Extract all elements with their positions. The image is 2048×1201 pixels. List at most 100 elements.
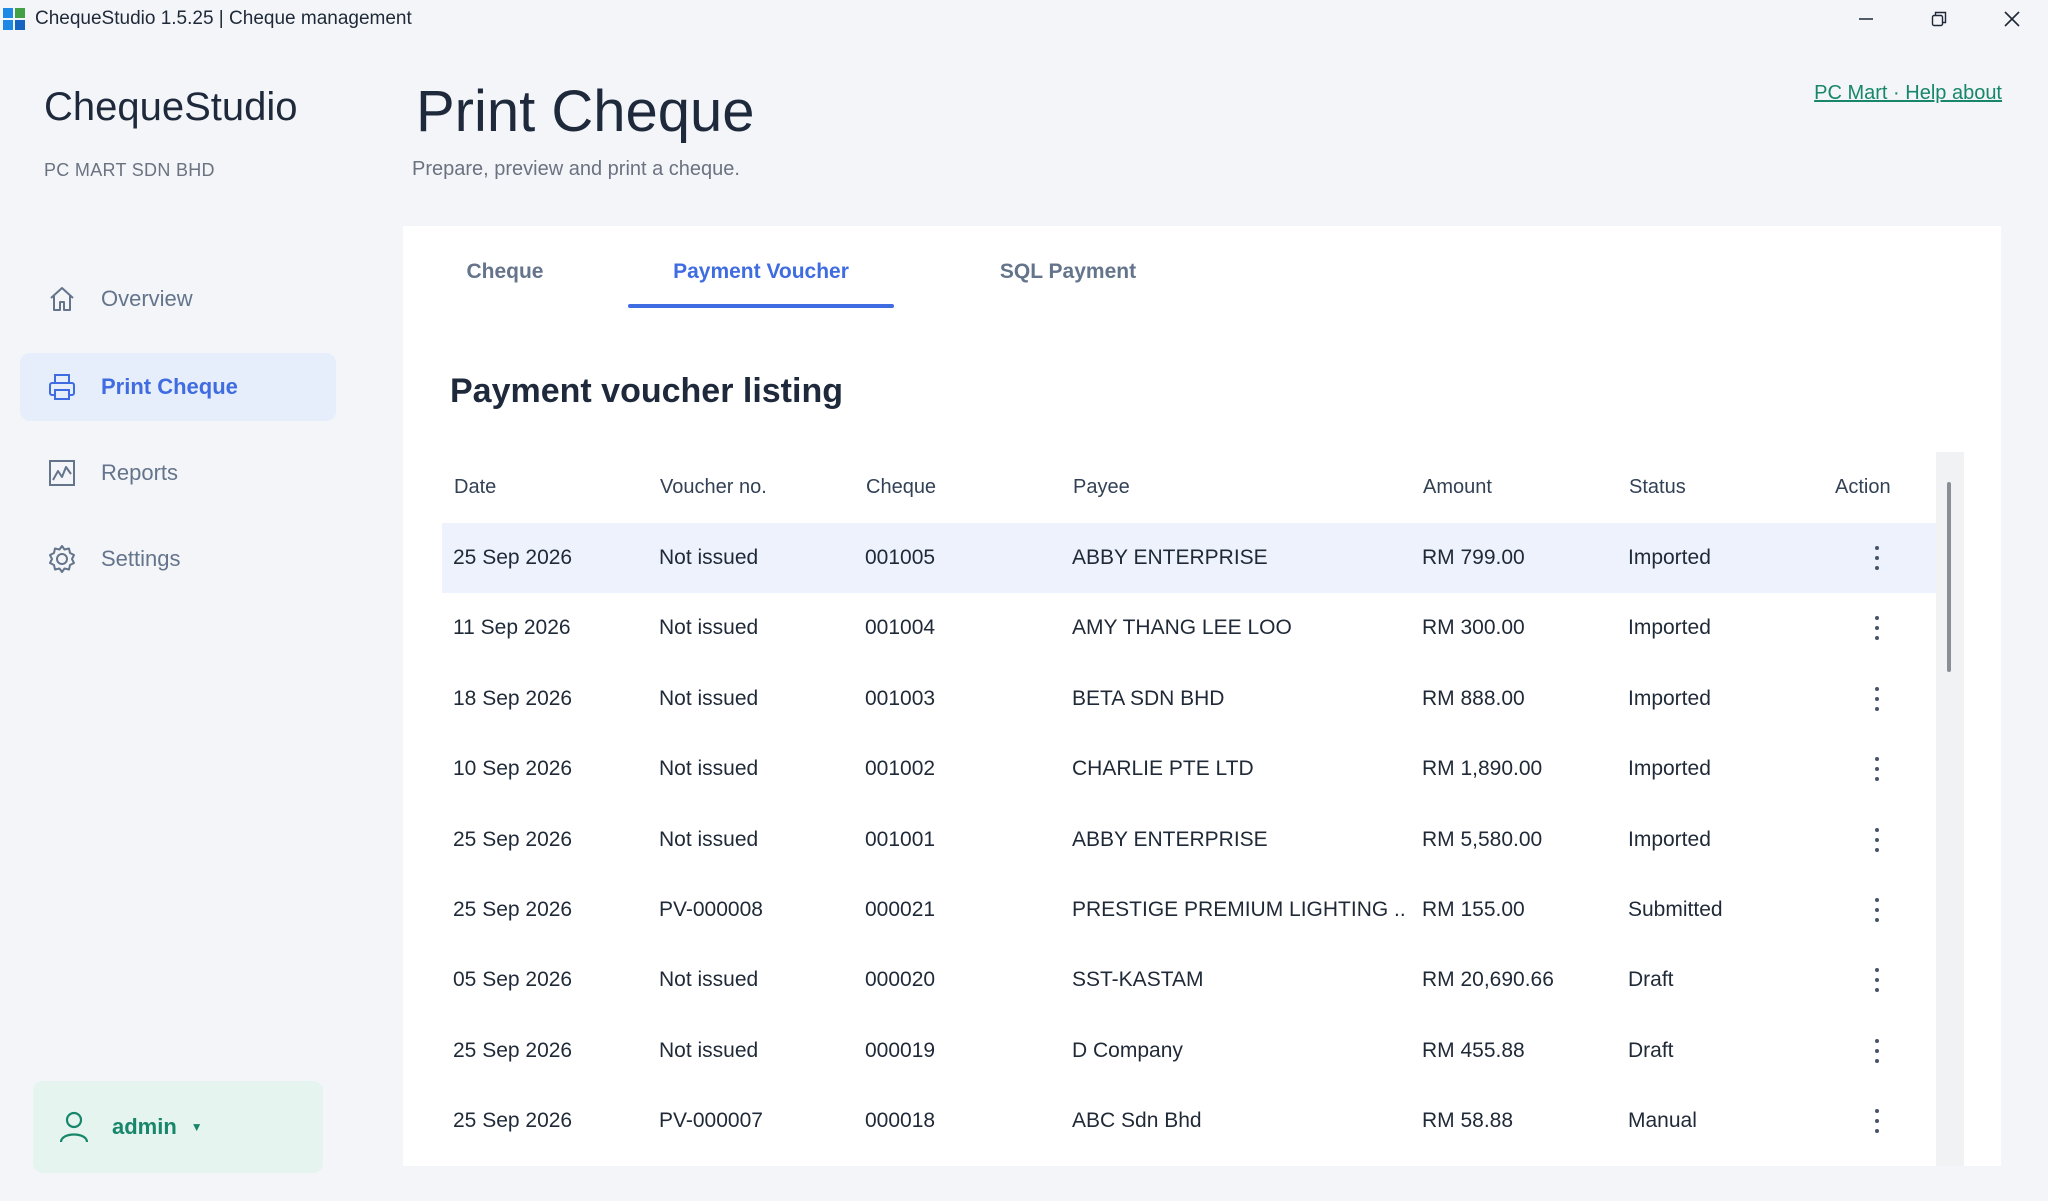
cell-cheque: 000019 (865, 1038, 936, 1062)
table-row[interactable]: 10 Sep 2026 Not issued 001002 CHARLIE PTE L… (442, 734, 1936, 804)
row-action-menu-icon[interactable] (1862, 679, 1892, 719)
cell-cheque: 000018 (865, 1109, 936, 1133)
cell-voucher: Not issued (659, 546, 759, 569)
cell-amount: RM 888.00 (1422, 686, 1525, 710)
cell-amount: RM 300.00 (1422, 616, 1525, 640)
scrollbar-thumb[interactable] (1947, 482, 1951, 672)
sidebar-item-label: Overview (101, 286, 193, 311)
row-action-menu-icon[interactable] (1862, 890, 1892, 930)
table-row[interactable]: 25 Sep 2026 PV-000007 000018 ABC Sdn Bhd RM … (442, 1086, 1936, 1156)
cell-payee: ABBY ENTERPRISE (1072, 827, 1268, 851)
home-icon (45, 282, 79, 316)
table-row[interactable]: 11 Sep 2026 Not issued 001004 AMY THANG LEE… (442, 593, 1936, 663)
tab-sql-payment[interactable]: SQL Payment (973, 226, 1163, 318)
cell-payee: CHARLIE PTE LTD (1072, 757, 1254, 781)
cell-payee: ABBY ENTERPRISE (1072, 546, 1268, 569)
cell-cheque: 001002 (865, 757, 936, 781)
cell-amount: RM 1,890.00 (1422, 757, 1543, 781)
row-action-menu-icon[interactable] (1862, 608, 1892, 648)
cell-voucher: Not issued (659, 1038, 759, 1062)
table-header: Date Voucher no. Cheque Payee Amount Sta… (442, 452, 1936, 522)
content-card: Cheque Payment Voucher SQL Payment Payme… (403, 226, 2001, 1166)
printer-icon (45, 370, 79, 404)
table-row[interactable]: 18 Sep 2026 Not issued 001003 BETA SDN BHD R… (442, 664, 1936, 734)
cell-amount: RM 799.00 (1422, 546, 1525, 569)
cell-date: 05 Sep 2026 (453, 968, 573, 992)
cell-status: Imported (1628, 546, 1711, 569)
cell-payee: D Company (1072, 1038, 1183, 1062)
cell-cheque: 000020 (865, 968, 936, 992)
cell-date: 25 Sep 2026 (453, 827, 573, 851)
table-row[interactable]: 25 Sep 2026 Not issued 001005 ABBY ENTERPRI… (442, 523, 1936, 593)
user-menu[interactable]: admin ▼ (33, 1081, 323, 1173)
column-header-cheque[interactable]: Cheque (866, 476, 936, 499)
cell-amount: RM 455.88 (1422, 1038, 1525, 1062)
table-row[interactable]: 25 Sep 2026 Not issued 000019 D Company RM 4… (442, 1016, 1936, 1086)
sidebar-item-overview[interactable]: Overview (20, 265, 336, 333)
sidebar-item-label: Print Cheque (101, 374, 238, 399)
cell-date: 11 Sep 2026 (453, 616, 571, 640)
cell-status: Imported (1628, 686, 1711, 710)
sidebar-item-reports[interactable]: Reports (20, 439, 336, 507)
sidebar-item-label: Reports (101, 460, 179, 485)
sidebar-item-label: Settings (101, 546, 181, 571)
table-row[interactable]: 25 Sep 2026 PV-000008 000021 PRESTIGE PREMI… (442, 875, 1936, 945)
row-action-menu-icon[interactable] (1862, 749, 1892, 789)
cell-cheque: 001005 (865, 546, 936, 569)
cell-payee: BETA SDN BHD (1072, 686, 1225, 710)
cell-date: 25 Sep 2026 (453, 1038, 573, 1062)
cell-payee: PRESTIGE PREMIUM LIGHTING ... (1072, 898, 1407, 921)
cell-date: 25 Sep 2026 (453, 1109, 573, 1133)
restore-icon (1931, 11, 1946, 26)
cell-amount: RM 5,580.00 (1422, 827, 1543, 851)
cell-payee: ABC Sdn Bhd (1072, 1109, 1202, 1133)
chart-icon (45, 456, 79, 490)
row-action-menu-icon[interactable] (1862, 1101, 1892, 1141)
cell-amount: RM 58.88 (1422, 1109, 1514, 1133)
minimize-icon (1858, 17, 1873, 20)
cell-cheque: 000021 (865, 898, 936, 921)
row-action-menu-icon[interactable] (1862, 960, 1892, 1000)
company-name: PC MART SDN BHD (44, 160, 215, 180)
row-action-menu-icon[interactable] (1862, 538, 1892, 578)
cell-voucher: Not issued (659, 686, 759, 710)
help-link[interactable]: PC Mart · Help about (1814, 82, 2002, 105)
column-header-date[interactable]: Date (454, 476, 496, 499)
column-header-status[interactable]: Status (1629, 476, 1686, 499)
cell-status: Draft (1628, 1038, 1674, 1062)
cell-voucher: Not issued (659, 968, 759, 992)
column-header-payee[interactable]: Payee (1073, 476, 1130, 499)
sidebar-item-print-cheque[interactable]: Print Cheque (20, 353, 336, 421)
sidebar: ChequeStudio PC MART SDN BHD Overview Pr… (0, 37, 355, 1201)
column-header-action: Action (1835, 475, 1891, 498)
column-header-amount[interactable]: Amount (1423, 476, 1492, 499)
table-row[interactable]: 05 Sep 2026 Not issued 000020 SST-KASTAM RM … (442, 945, 1936, 1015)
minimize-button[interactable] (1829, 0, 1902, 37)
row-action-menu-icon[interactable] (1862, 820, 1892, 860)
caret-down-icon: ▼ (190, 1120, 203, 1134)
tab-payment-voucher[interactable]: Payment Voucher (628, 226, 894, 318)
restore-button[interactable] (1902, 0, 1975, 37)
cell-payee: AMY THANG LEE LOO (1072, 616, 1292, 640)
table-scrollbar[interactable] (1936, 452, 1964, 1166)
user-name: admin (112, 1114, 177, 1139)
cell-status: Imported (1628, 616, 1711, 640)
title-bar: ChequeStudio 1.5.25 | Cheque management (0, 0, 2048, 37)
cell-voucher: Not issued (659, 757, 759, 781)
cell-amount: RM 20,690.66 (1422, 968, 1554, 992)
row-action-menu-icon[interactable] (1862, 1031, 1892, 1071)
table-row[interactable]: 25 Sep 2026 Not issued 001001 ABBY ENTERPRI… (442, 805, 1936, 875)
section-title: Payment voucher listing (450, 372, 843, 410)
cell-date: 10 Sep 2026 (453, 757, 573, 781)
close-button[interactable] (1975, 0, 2048, 37)
tab-cheque[interactable]: Cheque (445, 226, 565, 318)
page-subtitle: Prepare, preview and print a cheque. (412, 158, 740, 180)
column-header-voucher[interactable]: Voucher no. (660, 476, 767, 499)
sidebar-item-settings[interactable]: Settings (20, 525, 336, 593)
cell-payee: SST-KASTAM (1072, 968, 1204, 992)
cell-status: Draft (1628, 968, 1674, 992)
cell-amount: RM 155.00 (1422, 898, 1525, 921)
brand-name: ChequeStudio (44, 85, 298, 129)
cell-voucher: PV-000008 (659, 898, 763, 921)
voucher-table: Date Voucher no. Cheque Payee Amount Sta… (442, 452, 1964, 1166)
